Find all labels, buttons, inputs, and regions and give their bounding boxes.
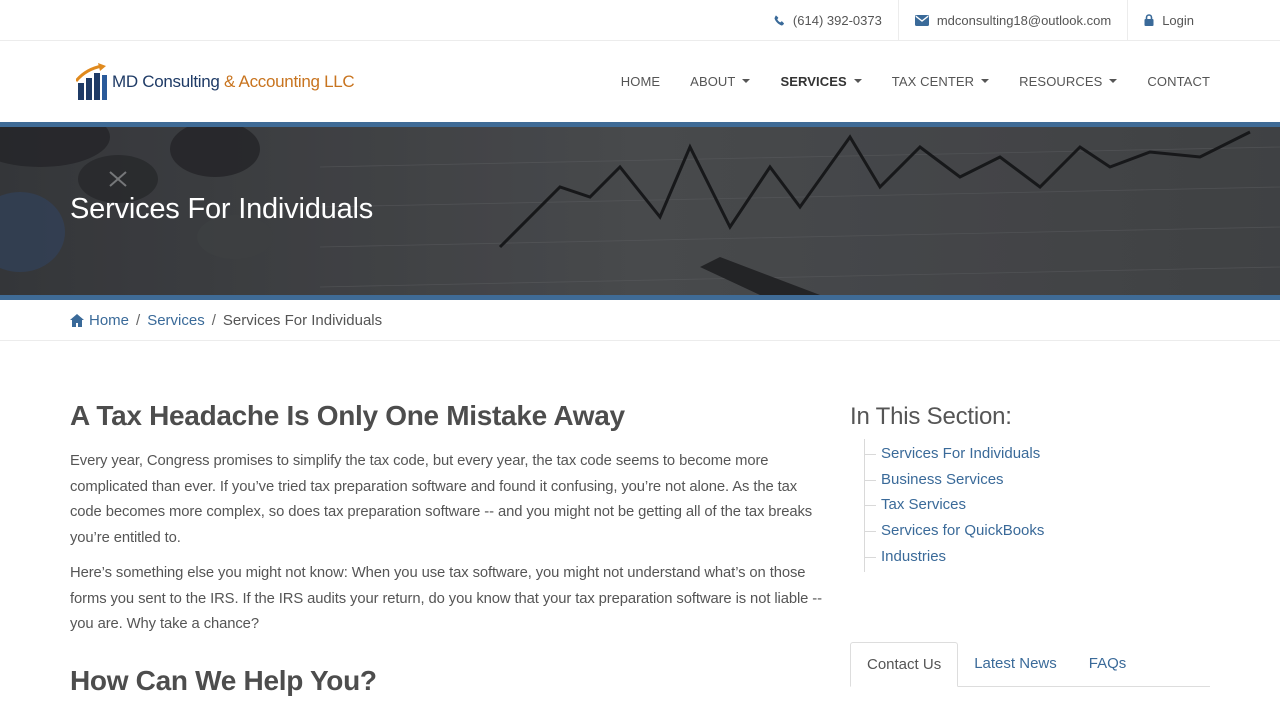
- section-link-quickbooks[interactable]: Services for QuickBooks: [881, 522, 1044, 539]
- bar-chart-logo-icon: [76, 62, 107, 100]
- section-links: Services For Individuals Business Servic…: [864, 439, 1210, 572]
- home-icon: [70, 313, 84, 327]
- section-link-services-for-individuals[interactable]: Services For Individuals: [881, 445, 1040, 462]
- list-item: Tax Services: [865, 492, 1210, 518]
- logo[interactable]: MD Consulting & Accounting LLC: [76, 62, 355, 101]
- email-link[interactable]: mdconsulting18@outlook.com: [897, 0, 1127, 40]
- section-link-business-services[interactable]: Business Services: [881, 471, 1004, 488]
- breadcrumb-home[interactable]: Home: [70, 312, 129, 329]
- main-heading: A Tax Headache Is Only One Mistake Away: [70, 400, 625, 431]
- tab-contact-us[interactable]: Contact Us: [850, 641, 959, 687]
- breadcrumb-home-label: Home: [89, 311, 130, 329]
- page-title: Services For Individuals: [70, 193, 374, 225]
- email-address: mdconsulting18@outlook.com: [936, 12, 1112, 28]
- main-column: A Tax Headache Is Only One Mistake Away …: [70, 399, 822, 714]
- login-label: Login: [1162, 12, 1194, 28]
- nav-about[interactable]: ABOUT: [660, 74, 751, 89]
- nav-services[interactable]: SERVICES: [750, 74, 862, 89]
- help-heading: How Can We Help You?: [70, 664, 377, 696]
- caret-down-icon: [1109, 78, 1118, 83]
- caret-down-icon: [853, 78, 862, 83]
- section-link-industries[interactable]: Industries: [881, 548, 946, 565]
- main-nav: HOME ABOUT SERVICES TAX CENTER RESOURCES…: [591, 74, 1210, 89]
- nav-resources-label: RESOURCES: [1019, 74, 1103, 89]
- logo-text-secondary: & Accounting LLC: [219, 71, 355, 91]
- tab-faqs[interactable]: FAQs: [1073, 641, 1143, 686]
- sidebar-tabs: Contact Us Latest News FAQs: [850, 641, 1210, 687]
- sidebar-title: In This Section:: [850, 403, 1012, 430]
- breadcrumb: Home / Services / Services For Individua…: [0, 300, 1280, 341]
- breadcrumb-separator: /: [211, 311, 216, 329]
- logo-text-primary: MD Consulting: [112, 71, 220, 91]
- nav-contact[interactable]: CONTACT: [1117, 74, 1210, 89]
- list-item: Services For Individuals: [865, 441, 1210, 467]
- intro-paragraph: Every year, Congress promises to simplif…: [70, 453, 813, 547]
- site-header: MD Consulting & Accounting LLC HOME ABOU…: [0, 41, 1280, 122]
- lock-icon: [1144, 14, 1154, 26]
- envelope-icon: [914, 14, 929, 26]
- nav-resources[interactable]: RESOURCES: [989, 74, 1118, 89]
- second-paragraph: Here’s something else you might not know…: [70, 564, 822, 633]
- breadcrumb-current: Services For Individuals: [222, 311, 383, 329]
- page-content: A Tax Headache Is Only One Mistake Away …: [0, 341, 1280, 714]
- nav-about-label: ABOUT: [690, 74, 736, 89]
- phone-icon: [774, 15, 784, 25]
- section-link-tax-services[interactable]: Tax Services: [881, 496, 966, 513]
- sidebar: In This Section: Services For Individual…: [850, 399, 1210, 714]
- breadcrumb-separator: /: [136, 311, 141, 329]
- login-link[interactable]: Login: [1127, 0, 1210, 40]
- nav-services-label: SERVICES: [780, 74, 847, 89]
- list-item: Industries: [865, 544, 1210, 570]
- top-bar: (614) 392-0373 mdconsulting18@outlook.co…: [0, 0, 1280, 41]
- tab-latest-news[interactable]: Latest News: [958, 641, 1073, 686]
- breadcrumb-services[interactable]: Services: [147, 312, 205, 329]
- phone-link[interactable]: (614) 392-0373: [758, 0, 898, 40]
- caret-down-icon: [742, 78, 751, 83]
- phone-number: (614) 392-0373: [792, 12, 882, 28]
- nav-home[interactable]: HOME: [591, 74, 660, 89]
- nav-tax-center-label: TAX CENTER: [891, 74, 975, 89]
- caret-down-icon: [981, 78, 990, 83]
- list-item: Business Services: [865, 467, 1210, 493]
- page-banner: Services For Individuals: [0, 122, 1280, 300]
- nav-tax-center[interactable]: TAX CENTER: [862, 74, 990, 89]
- logo-text: MD Consulting & Accounting LLC: [112, 71, 355, 92]
- list-item: Services for QuickBooks: [865, 518, 1210, 544]
